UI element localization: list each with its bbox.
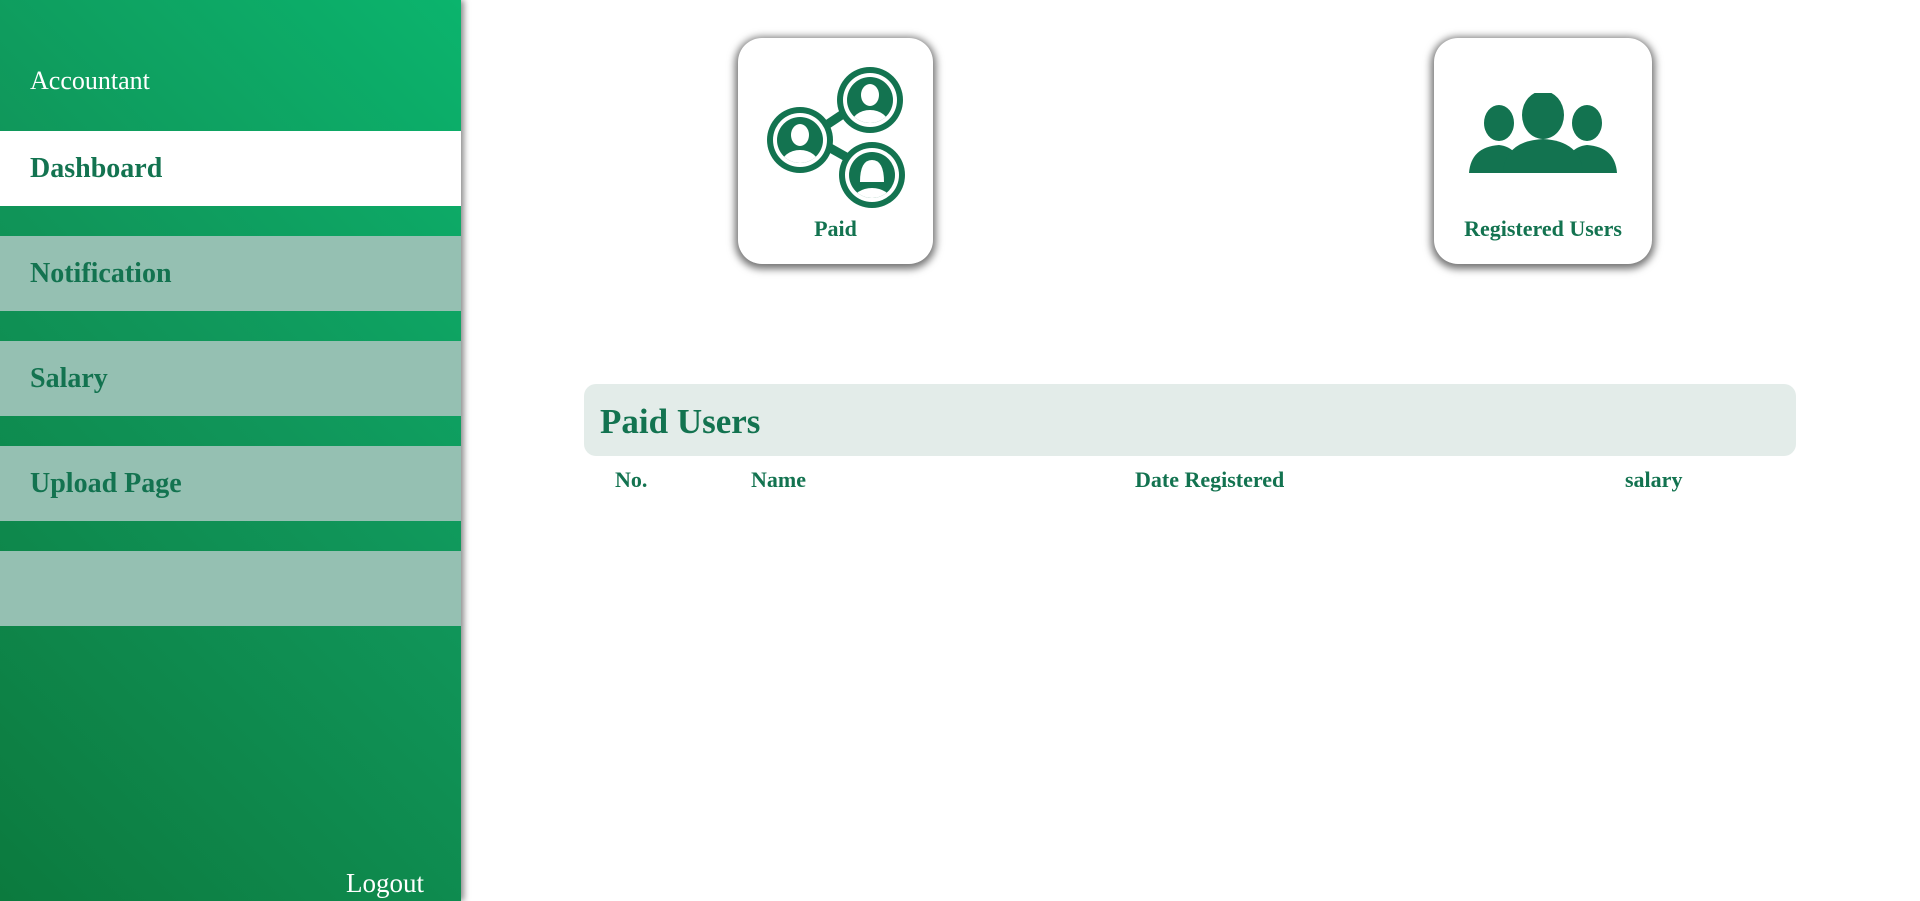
registered-users-card[interactable]: Registered Users bbox=[1434, 38, 1652, 264]
column-header-name: Name bbox=[751, 467, 806, 492]
user-network-icon bbox=[767, 67, 905, 208]
sidebar-brand: Accountant bbox=[30, 66, 150, 95]
sidebar: Accountant Dashboard Notification Salary… bbox=[0, 0, 461, 901]
sidebar-item-notification[interactable]: Notification bbox=[0, 236, 461, 311]
sidebar-item-upload-page[interactable]: Upload Page bbox=[0, 446, 461, 521]
sidebar-item-label: Notification bbox=[30, 257, 172, 289]
column-header-no: No. bbox=[615, 467, 648, 492]
column-header-date-registered: Date Registered bbox=[1135, 467, 1285, 492]
registered-users-card-label: Registered Users bbox=[1464, 216, 1622, 241]
sidebar-item-label: Dashboard bbox=[30, 152, 163, 184]
paid-card-label: Paid bbox=[814, 216, 857, 241]
paid-users-title: Paid Users bbox=[600, 402, 761, 441]
sidebar-item-empty[interactable] bbox=[0, 551, 461, 626]
user-group-icon bbox=[1469, 93, 1617, 173]
sidebar-item-dashboard[interactable]: Dashboard bbox=[0, 131, 461, 206]
paid-card[interactable]: Paid bbox=[738, 38, 933, 264]
paid-users-header: Paid Users bbox=[584, 384, 1796, 456]
sidebar-item-label: Salary bbox=[30, 362, 108, 394]
logout-link[interactable]: Logout bbox=[346, 868, 424, 899]
sidebar-item-label: Upload Page bbox=[30, 467, 182, 499]
column-header-salary: salary bbox=[1625, 467, 1683, 492]
sidebar-item-salary[interactable]: Salary bbox=[0, 341, 461, 416]
